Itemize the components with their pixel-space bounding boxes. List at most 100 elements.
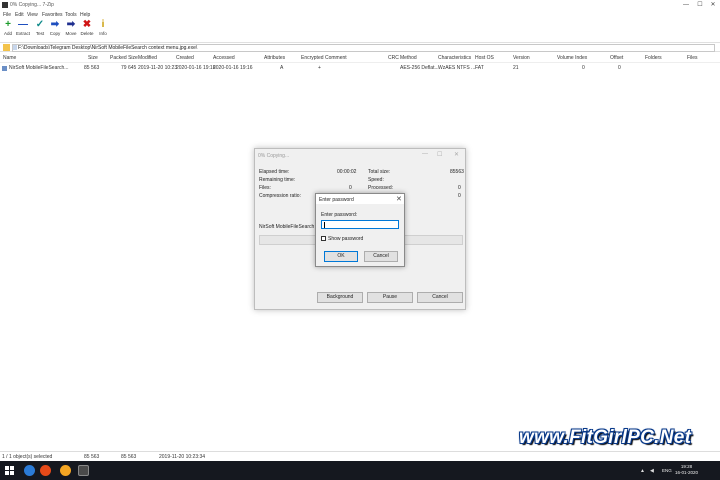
remaining-label: Remaining time: — [259, 177, 296, 183]
copy-maximize-button[interactable]: ☐ — [437, 151, 442, 158]
info-button[interactable]: i Info — [95, 19, 111, 41]
minimize-button[interactable]: — — [681, 1, 691, 9]
col-created[interactable]: Created — [176, 55, 194, 61]
files-value: 0 — [349, 185, 352, 191]
col-host-os[interactable]: Host OS — [475, 55, 494, 61]
cell-attributes: A — [280, 65, 284, 71]
folder-up-icon[interactable] — [3, 44, 10, 51]
extract-button[interactable]: — Extract — [15, 19, 31, 41]
total-label: Total size: — [368, 169, 391, 175]
processed-value: 0 — [458, 185, 461, 191]
col-attributes[interactable]: Attributes — [264, 55, 285, 61]
cell-host-os: FAT — [475, 65, 484, 71]
firefox-icon[interactable] — [60, 465, 71, 476]
cell-volume-index: 0 — [582, 65, 585, 71]
column-header: Name Size Packed Size Modified Created A… — [0, 53, 720, 63]
cell-packed: 79 645 — [121, 65, 137, 71]
window-title: 0% Copying... 7-Zip — [10, 2, 54, 8]
status-packed: 85 563 — [121, 454, 137, 460]
file-icon — [2, 66, 7, 71]
table-row[interactable]: NirSoft MobileFileSearch... 85 563 79 64… — [0, 64, 720, 72]
col-offset[interactable]: Offset — [610, 55, 623, 61]
move-arrow-icon: ➡ — [66, 19, 76, 30]
col-characteristics[interactable]: Characteristics — [438, 55, 471, 61]
menu-help[interactable]: Help — [80, 12, 90, 18]
password-dialog-header: Enter password ✕ — [316, 194, 404, 204]
windows-start-icon[interactable] — [5, 466, 14, 475]
7zip-taskbar-icon[interactable] — [78, 465, 89, 476]
language-indicator[interactable]: ENG — [662, 468, 672, 473]
col-accessed[interactable]: Accessed — [213, 55, 235, 61]
password-input[interactable] — [321, 220, 399, 229]
col-folders[interactable]: Folders — [645, 55, 662, 61]
password-prompt: Enter password: — [321, 212, 358, 218]
status-size: 85 563 — [84, 454, 100, 460]
maximize-button[interactable]: ☐ — [695, 1, 705, 9]
chrome-icon[interactable] — [40, 465, 51, 476]
background-button[interactable]: Background — [317, 292, 363, 303]
col-name[interactable]: Name — [3, 55, 16, 61]
delete-button[interactable]: ✖ Delete — [79, 19, 95, 41]
close-button[interactable]: ✕ — [708, 1, 718, 9]
menu-edit[interactable]: Edit — [15, 12, 24, 18]
col-version[interactable]: Version — [513, 55, 530, 61]
test-button[interactable]: ✓ Test — [32, 19, 48, 41]
col-packed-size[interactable]: Packed Size — [110, 55, 138, 61]
cancel-copy-button[interactable]: Cancel — [417, 292, 463, 303]
text-caret — [324, 222, 325, 228]
add-button[interactable]: + Add — [0, 19, 16, 41]
elapsed-label: Elapsed time: — [259, 169, 290, 175]
taskbar: ▲ ◀ ENG 19:28 16-01-2020 — [0, 461, 720, 480]
status-bar: 1 / 1 object(s) selected 85 563 85 563 2… — [0, 451, 720, 460]
cell-characteristics: WzAES NTFS ... — [438, 65, 476, 71]
password-close-icon[interactable]: ✕ — [396, 195, 402, 203]
plus-icon: + — [5, 19, 11, 30]
clock[interactable]: 19:28 16-01-2020 — [675, 464, 698, 476]
app-icon — [2, 2, 8, 8]
path-text: F:\Downloads\Telegram Desktop\NirSoft Mo… — [18, 45, 198, 51]
menu-file[interactable]: File — [3, 12, 11, 18]
delete-x-icon: ✖ — [82, 19, 92, 30]
toolbar: + Add — Extract ✓ Test ➡ Copy ➡ Move ✖ D… — [0, 19, 720, 41]
menu-favorites[interactable]: Favorites — [42, 12, 63, 18]
address-bar: F:\Downloads\Telegram Desktop\NirSoft Mo… — [0, 42, 720, 52]
ok-button[interactable]: OK — [324, 251, 358, 262]
network-icon[interactable]: ▲ — [640, 468, 645, 474]
password-cancel-button[interactable]: Cancel — [364, 251, 398, 262]
menu-tools[interactable]: Tools — [65, 12, 77, 18]
volume-icon[interactable]: ◀ — [650, 468, 654, 474]
copy-minimize-button[interactable]: — — [422, 151, 428, 157]
col-modified[interactable]: Modified — [138, 55, 157, 61]
copy-arrow-icon: ➡ — [50, 19, 60, 30]
cell-offset: 0 — [618, 65, 621, 71]
cell-encrypted: + — [318, 65, 321, 71]
status-date: 2019-11-20 10:23:34 — [159, 454, 206, 460]
menu-bar: File Edit View Favorites Tools Help — [0, 10, 720, 19]
status-selected: 1 / 1 object(s) selected — [2, 454, 53, 460]
watermark-text: www.FitGirlPC.Net — [519, 427, 692, 448]
col-comment[interactable]: Comment — [325, 55, 347, 61]
cell-accessed: 2020-01-16 19:16 — [213, 65, 253, 71]
search-icon[interactable] — [24, 465, 35, 476]
processed-label: Processed: — [368, 185, 394, 191]
minus-icon: — — [18, 19, 28, 30]
file-icon — [13, 45, 17, 50]
menu-view[interactable]: View — [27, 12, 38, 18]
copy-button[interactable]: ➡ Copy — [47, 19, 63, 41]
info-icon: i — [101, 19, 105, 30]
cell-size: 85 563 — [84, 65, 100, 71]
col-method[interactable]: Method — [400, 55, 417, 61]
show-password-label: Show password — [328, 236, 364, 242]
show-password-checkbox[interactable] — [321, 236, 326, 241]
col-size[interactable]: Size — [88, 55, 98, 61]
files-label: Files: — [259, 185, 271, 191]
copy-close-button[interactable]: ✕ — [454, 151, 459, 158]
pause-button[interactable]: Pause — [367, 292, 413, 303]
col-files[interactable]: Files — [687, 55, 698, 61]
col-crc[interactable]: CRC — [388, 55, 399, 61]
cell-modified: 2019-11-20 10:23 — [138, 65, 178, 71]
col-volume-index[interactable]: Volume Index — [557, 55, 587, 61]
password-dialog-title: Enter password — [319, 197, 354, 203]
move-button[interactable]: ➡ Move — [63, 19, 79, 41]
col-encrypted[interactable]: Encrypted — [301, 55, 324, 61]
